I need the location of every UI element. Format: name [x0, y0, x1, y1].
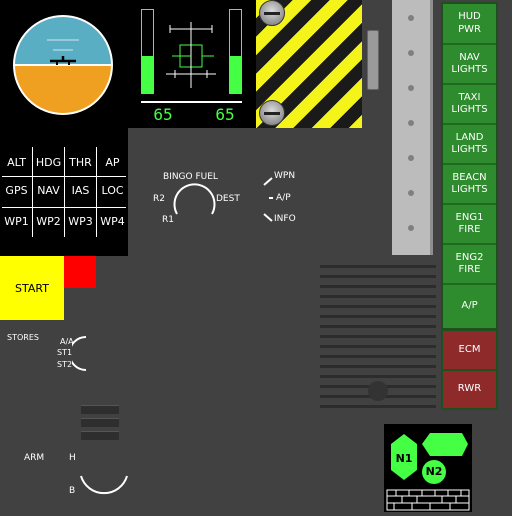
switch-land-lights[interactable]: LAND LIGHTS	[443, 125, 496, 163]
indicator-bar	[81, 418, 119, 427]
warning-ecm[interactable]: ECM	[443, 331, 496, 369]
selector-wpn[interactable]: WPN	[274, 171, 295, 181]
vent-slot	[320, 365, 436, 368]
selector-ap[interactable]: A/P	[276, 193, 291, 203]
switch-hud-pwr[interactable]: HUD PWR	[443, 4, 496, 43]
attitude-sky	[14, 16, 112, 65]
left-gauge-value: 65	[153, 105, 173, 124]
mode-button-loc[interactable]: LOC	[97, 177, 128, 203]
switch-eng1-fire[interactable]: ENG1 FIRE	[443, 205, 496, 243]
vent-knob	[368, 381, 388, 401]
warning-rwr[interactable]: RWR	[443, 371, 496, 408]
start-button[interactable]: START	[0, 256, 64, 320]
engine-n2-label: N2	[425, 465, 443, 478]
mode-button-gps[interactable]: GPS	[1, 177, 32, 203]
vent-slot	[320, 405, 436, 408]
vent-slot	[320, 275, 436, 278]
mode-button-alt[interactable]: ALT	[1, 149, 32, 175]
switch-eng2-fire[interactable]: ENG2 FIRE	[443, 245, 496, 283]
switch-beacn-lights[interactable]: BEACN LIGHTS	[443, 165, 496, 203]
knob-label-dest: DEST	[216, 194, 240, 204]
n2-banner-icon	[422, 433, 468, 456]
arm-label: ARM	[24, 453, 45, 463]
bingo-fuel-knob[interactable]	[168, 180, 218, 220]
rivet-icon	[408, 190, 414, 196]
hud-reticle-icon	[166, 22, 216, 88]
attitude-ground	[14, 65, 112, 114]
vent-slot	[320, 305, 436, 308]
stores-label: STORES	[7, 333, 39, 342]
rivet-icon	[408, 155, 414, 161]
rivet-icon	[408, 85, 414, 91]
rivet-icon	[408, 225, 414, 231]
vent-slot	[320, 345, 436, 348]
slider-handle[interactable]	[367, 30, 379, 90]
rivet-icon	[408, 15, 414, 21]
vent-slot	[320, 355, 436, 358]
metal-rail-panel	[392, 0, 433, 255]
mode-button-ias[interactable]: IAS	[65, 177, 96, 203]
stores-knob[interactable]	[72, 334, 92, 374]
knob-label-r2: R2	[153, 194, 165, 204]
rivet-icon	[408, 120, 414, 126]
selector-info[interactable]: INFO	[274, 214, 296, 224]
indicator-bar	[81, 405, 119, 414]
switch-autopilot[interactable]: A/P	[443, 285, 496, 328]
mode-button-thr[interactable]: THR	[65, 149, 96, 175]
vent-slot	[320, 315, 436, 318]
arm-knob[interactable]	[74, 462, 134, 502]
attitude-panel	[0, 0, 128, 128]
vent-slot	[320, 335, 436, 338]
stores-item-st2[interactable]: ST2	[57, 360, 72, 369]
indicator-bar	[81, 431, 119, 440]
engine-display: N1 N2	[384, 424, 472, 512]
vent-slot	[320, 295, 436, 298]
mode-button-wp1[interactable]: WP1	[1, 208, 32, 234]
attitude-indicator	[13, 15, 113, 115]
engine-n1-label: N1	[395, 452, 413, 465]
right-gauge-value: 65	[215, 105, 235, 124]
stores-item-st1[interactable]: ST1	[57, 348, 72, 357]
start-indicator	[64, 256, 96, 288]
mode-button-nav[interactable]: NAV	[33, 177, 64, 203]
mode-button-wp4[interactable]: WP4	[97, 208, 128, 234]
start-button-label: START	[15, 281, 49, 295]
vent-slot	[320, 265, 436, 268]
mode-button-ap[interactable]: AP	[97, 149, 128, 175]
nav-mode-grid: ALT HDG THR AP GPS NAV IAS LOC WP1 WP2 W…	[0, 128, 128, 256]
switch-nav-lights[interactable]: NAV LIGHTS	[443, 45, 496, 83]
mode-button-wp3[interactable]: WP3	[65, 208, 96, 234]
mode-button-hdg[interactable]: HDG	[33, 149, 64, 175]
rivet-icon	[408, 50, 414, 56]
hud-divider	[141, 101, 242, 103]
vent-slot	[320, 325, 436, 328]
engine-grid-icon	[386, 489, 470, 511]
vent-slot	[320, 285, 436, 288]
switch-taxi-lights[interactable]: TAXI LIGHTS	[443, 85, 496, 123]
mode-button-wp2[interactable]: WP2	[33, 208, 64, 234]
hud-gauge-panel: 65 65	[128, 0, 256, 128]
screw-icon	[259, 0, 285, 26]
vent-slot	[320, 375, 436, 378]
screw-icon	[259, 100, 285, 126]
